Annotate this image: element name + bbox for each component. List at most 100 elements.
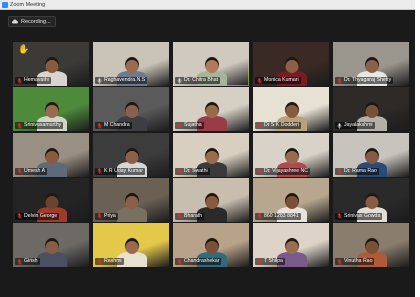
participant-name: T Shilpa [264, 258, 283, 265]
participant-tile[interactable]: Srinivasamurthy [13, 87, 89, 132]
participant-name: 860 1283 8841 [264, 212, 299, 219]
participant-tile[interactable]: Umesh A [13, 132, 89, 177]
participant-name-label: Monica Kumari [255, 77, 301, 84]
mic-muted-icon [17, 77, 22, 84]
participant-tile[interactable]: T Shilpa [253, 223, 329, 268]
participant-name-label: K R Uday Kumar [95, 167, 145, 175]
participant-name-label: T Shilpa [255, 258, 285, 266]
recording-indicator[interactable]: Recording... [8, 16, 56, 27]
mic-muted-icon [177, 213, 182, 220]
mic-muted-icon [337, 168, 342, 174]
participant-name: Dr. Vijayashree NC [264, 167, 309, 174]
participant-name: Chandrashekar [184, 258, 220, 265]
participant-name: Sujatha [184, 122, 202, 129]
zoom-app-icon [2, 2, 8, 8]
participant-name-label: Srinivas Gowda [335, 212, 383, 220]
participant-tile[interactable]: Sujatha [173, 87, 249, 132]
participant-tile[interactable]: Priya [93, 177, 169, 222]
participant-name-label: Dr. Swathi [175, 167, 210, 175]
participant-name: Srinivas Gowda [344, 212, 381, 219]
participant-name-label: Srinivasamurthy [15, 122, 64, 130]
page-margin [415, 0, 420, 297]
mic-muted-icon [257, 168, 262, 174]
participant-name: Girish [24, 258, 38, 265]
mic-muted-icon [177, 168, 182, 174]
window-title: Zoom Meeting [10, 2, 46, 8]
participant-tile[interactable]: Chandrashekar [173, 223, 249, 268]
mic-muted-icon [257, 213, 262, 220]
participant-name: Priya [104, 212, 116, 219]
participant-tile[interactable]: Vinutha Rao [333, 223, 409, 268]
participant-tile[interactable]: K R Uday Kumar [93, 132, 169, 177]
mic-muted-icon [257, 77, 262, 84]
participant-tile[interactable]: Girish [13, 223, 89, 268]
participant-tile[interactable]: 860 1283 8841 [253, 177, 329, 222]
participant-name-label: Delvin George [15, 212, 60, 220]
participant-name: Bharath [184, 212, 203, 219]
participant-name: Raghavendra.N.S [104, 77, 146, 83]
mic-muted-icon [177, 258, 182, 265]
participant-name-label: Hemavathi [15, 77, 51, 84]
participant-name: Vinutha Rao [344, 258, 373, 265]
participant-name-label: Jayalakshmi [335, 122, 375, 130]
participant-tile[interactable]: Dr. Chitra Bhat [173, 42, 249, 86]
mic-muted-icon [337, 258, 342, 265]
window-titlebar: Zoom Meeting [0, 0, 415, 10]
participant-tile[interactable]: M Chandra [93, 87, 169, 132]
participant-name: Umesh A [24, 167, 46, 174]
participant-tile[interactable]: Raghavendra.N.S [93, 42, 169, 86]
participant-name-label: Dr. Chitra Bhat [175, 77, 221, 84]
mic-muted-icon [97, 213, 102, 220]
participant-name: K R Uday Kumar [104, 167, 143, 174]
recording-label: Recording... [21, 18, 51, 25]
zoom-meeting-window: Zoom Meeting Recording... Hemavathi Ragha… [0, 0, 415, 297]
participant-tile[interactable]: Srinivas Gowda [333, 177, 409, 222]
participant-name-label: Raghavendra.N.S [95, 77, 148, 84]
participant-name-label: Chandrashekar [175, 258, 222, 266]
mic-muted-icon [337, 213, 342, 220]
participant-name: Rashmi [104, 258, 122, 265]
participant-name-label: Priya [95, 212, 118, 220]
mic-muted-icon [97, 123, 102, 129]
participant-name: Delvin George [24, 212, 58, 219]
participant-tile[interactable]: Dr. Swathi [173, 132, 249, 177]
participant-name: Dr S K Dodderi [264, 122, 299, 129]
participant-name: M Chandra [104, 122, 130, 129]
mic-muted-icon [177, 123, 182, 129]
participant-name-label: M Chandra [95, 122, 132, 130]
recording-cloud-icon [12, 19, 18, 24]
participant-name-label: Dr. Vijayashree NC [255, 167, 311, 175]
participant-name-label: Umesh A [15, 167, 48, 175]
participant-name: Hemavathi [24, 77, 49, 83]
mic-muted-icon [97, 258, 102, 265]
participant-name-label: 860 1283 8841 [255, 212, 301, 220]
mic-muted-icon [337, 77, 342, 84]
mic-muted-icon [17, 123, 22, 129]
participant-tile[interactable]: Dr. Rama Rao [333, 132, 409, 177]
participant-tile[interactable]: Jayalakshmi [333, 87, 409, 132]
participant-tile[interactable]: Rashmi [93, 223, 169, 268]
participant-tile[interactable]: Bharath [173, 177, 249, 222]
mic-muted-icon [257, 123, 262, 129]
participant-name-label: Dr S K Dodderi [255, 122, 301, 130]
mic-muted-icon [17, 213, 22, 220]
participant-name: Dr. Swathi [184, 167, 208, 174]
participant-tile[interactable]: Monica Kumari [253, 42, 329, 86]
participant-tile[interactable]: Dr S K Dodderi [253, 87, 329, 132]
mic-muted-icon [17, 258, 22, 265]
participant-tile[interactable]: Delvin George [13, 177, 89, 222]
mic-muted-icon [257, 258, 262, 265]
participant-name: Jayalakshmi [344, 122, 373, 129]
mic-muted-icon [97, 168, 102, 174]
mic-icon [337, 123, 342, 129]
participant-name: Dr. Rama Rao [344, 167, 377, 174]
participant-name-label: Girish [15, 258, 40, 266]
participant-tile[interactable]: Dr. Thyagaraj Shetty [333, 42, 409, 86]
participant-name: Srinivasamurthy [24, 122, 62, 129]
participant-tile[interactable]: Dr. Vijayashree NC [253, 132, 329, 177]
participant-name-label: Dr. Thyagaraj Shetty [335, 77, 394, 84]
raise-hand-icon: ✋ [18, 44, 30, 54]
participant-name-label: Bharath [175, 212, 205, 220]
participant-name: Dr. Thyagaraj Shetty [344, 77, 392, 83]
participant-name-label: Rashmi [95, 258, 124, 266]
